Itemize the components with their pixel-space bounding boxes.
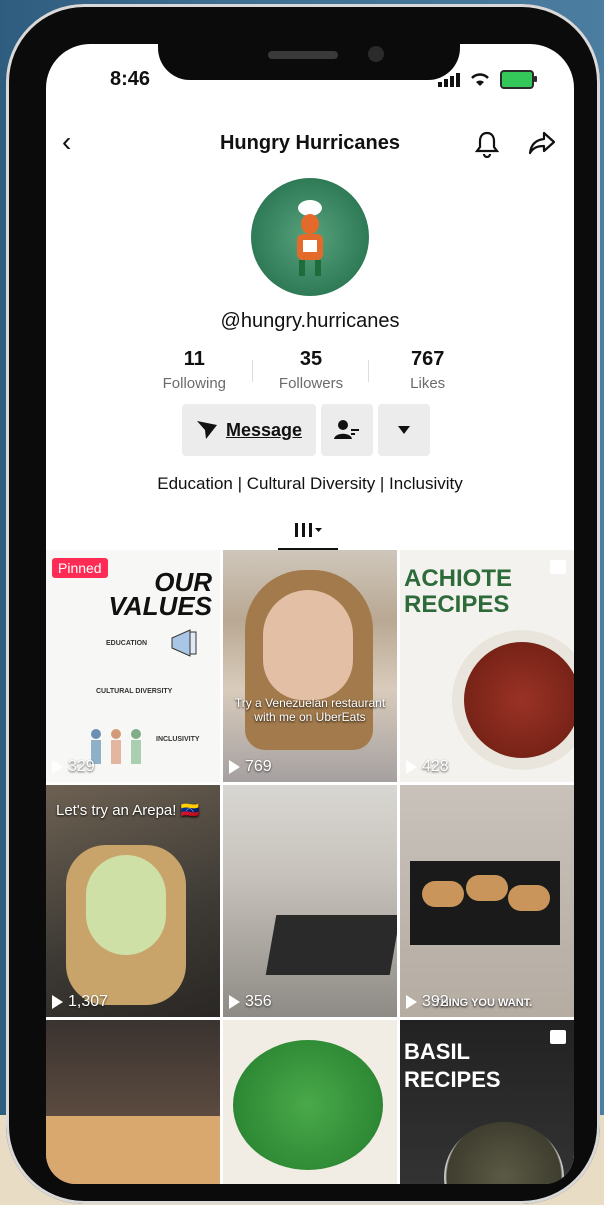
notch	[158, 18, 460, 80]
phone-frame: 8:46 ‹ Hungry Hurricanes @hungry.hurrica…	[6, 4, 600, 1204]
stat-following[interactable]: 11 Following	[136, 348, 253, 392]
tab-videos[interactable]	[278, 512, 338, 550]
view-count-value: 356	[245, 993, 272, 1010]
thumbnail-arepa	[508, 885, 550, 911]
play-icon	[229, 760, 240, 774]
thumbnail-subject-face	[263, 590, 353, 700]
view-count: 356	[229, 993, 272, 1011]
section-heading: EDUCATION	[106, 640, 148, 647]
view-count: 428	[406, 758, 449, 776]
play-icon	[52, 760, 63, 774]
play-icon	[406, 995, 417, 1009]
profile-handle: @hungry.hurricanes	[220, 310, 400, 332]
profile-actions: Message	[182, 404, 430, 456]
stat-label: Followers	[278, 375, 344, 392]
share-icon[interactable]	[528, 130, 556, 161]
more-options-button[interactable]	[378, 404, 430, 456]
stat-label: Following	[162, 375, 227, 392]
play-icon	[229, 995, 240, 1009]
people-illustration	[91, 729, 141, 764]
add-friend-icon	[334, 420, 359, 439]
photo-icon	[550, 1030, 566, 1044]
stat-label: Likes	[410, 375, 446, 392]
view-count-value: 329	[68, 758, 95, 775]
view-count-value: 1,307	[68, 993, 109, 1010]
profile-bio: Education | Cultural Diversity | Inclusi…	[157, 474, 463, 493]
status-time: 8:46	[110, 68, 151, 90]
stat-value: 35	[299, 348, 323, 370]
view-count-value: 769	[245, 758, 272, 775]
video-tile[interactable]: Try a Venezuelan restaurant with me on U…	[223, 550, 397, 782]
video-grid: Pinned OUR VALUES EDUCATION CULTURAL DIV…	[46, 550, 574, 1184]
wifi-icon	[471, 73, 489, 86]
speaker-grille	[268, 51, 338, 59]
thumbnail-arepa	[466, 875, 508, 901]
bell-icon[interactable]	[474, 130, 500, 163]
video-tile[interactable]	[46, 1020, 220, 1184]
view-count-value: 392	[422, 993, 449, 1010]
view-count: 392	[406, 993, 449, 1011]
video-overlay-title: ACHIOTE RECIPES	[404, 565, 512, 618]
photo-tile[interactable]: BASIL RECIPES	[400, 1020, 574, 1184]
thumbnail-pan	[265, 915, 397, 975]
stat-followers[interactable]: 35 Followers	[253, 348, 370, 392]
section-heading: CULTURAL DIVERSITY	[96, 688, 173, 695]
friends-button[interactable]	[321, 404, 373, 456]
stat-value: 11	[183, 348, 205, 370]
view-count: 769	[229, 758, 272, 776]
avatar[interactable]	[251, 178, 369, 296]
thumbnail-flatbread	[46, 1116, 220, 1184]
video-tile[interactable]	[223, 1020, 397, 1184]
caret-down-icon	[398, 426, 410, 434]
screen: 8:46 ‹ Hungry Hurricanes @hungry.hurrica…	[46, 44, 574, 1184]
video-tile[interactable]: Pinned OUR VALUES EDUCATION CULTURAL DIV…	[46, 550, 220, 782]
video-tile[interactable]: THING YOU WANT. 392	[400, 785, 574, 1017]
thumbnail-basil	[233, 1040, 383, 1170]
megaphone-icon	[171, 629, 197, 657]
view-count: 1,307	[52, 993, 108, 1011]
profile-stats: 11 Following 35 Followers 767 Likes	[136, 348, 486, 392]
thumbnail-jar	[444, 1122, 564, 1184]
thumbnail-seeds	[464, 642, 574, 758]
video-overlay-title: OUR VALUES	[108, 567, 212, 621]
section-heading: INCLUSIVITY	[156, 736, 200, 743]
send-icon	[196, 421, 217, 439]
status-icons	[438, 70, 537, 89]
stat-value: 767	[410, 348, 445, 370]
profile-header: ‹ Hungry Hurricanes	[46, 124, 574, 164]
mascot-logo	[297, 200, 323, 276]
video-tile[interactable]: 356	[223, 785, 397, 1017]
message-button[interactable]: Message	[182, 404, 316, 456]
message-label: Message	[225, 419, 303, 440]
photo-icon	[550, 560, 566, 574]
video-tile[interactable]: Let's try an Arepa! 🇻🇪 1,307	[46, 785, 220, 1017]
front-camera	[368, 46, 384, 62]
view-count-value: 428	[422, 758, 449, 775]
stat-likes[interactable]: 767 Likes	[369, 348, 486, 392]
video-caption: Let's try an Arepa! 🇻🇪	[56, 802, 200, 819]
play-icon	[52, 995, 63, 1009]
photo-tile[interactable]: ACHIOTE RECIPES 428	[400, 550, 574, 782]
thumbnail-filling	[86, 855, 166, 955]
play-icon	[406, 760, 417, 774]
video-overlay-title: BASIL RECIPES	[404, 1039, 501, 1092]
battery-icon	[500, 70, 537, 89]
thumbnail-arepa	[422, 881, 464, 907]
video-caption: Try a Venezuelan restaurant with me on U…	[234, 696, 386, 724]
view-count: 329	[52, 758, 95, 776]
grid-icon	[295, 523, 322, 537]
